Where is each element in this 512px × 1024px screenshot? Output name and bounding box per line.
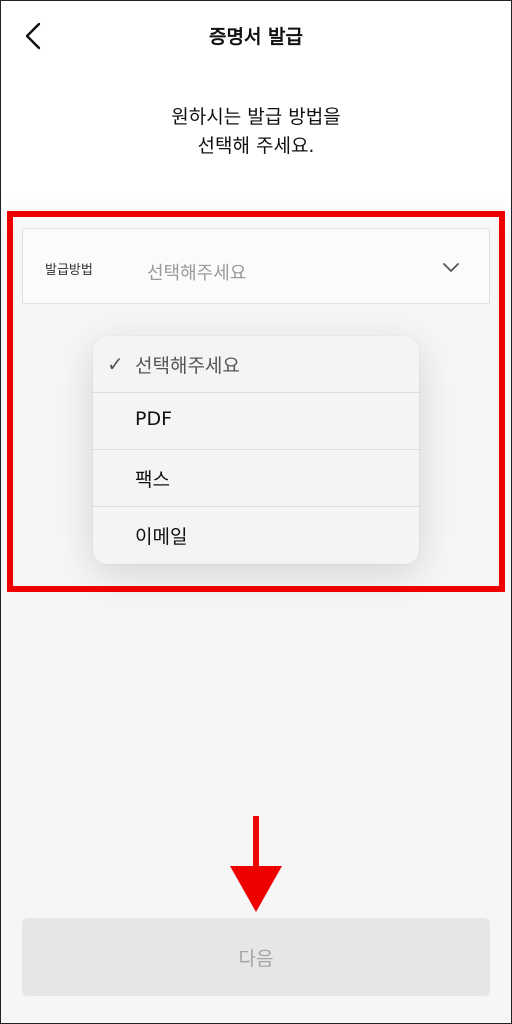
dropdown-option-label: 선택해주세요 — [135, 355, 240, 377]
next-button[interactable]: 다음 — [22, 918, 490, 996]
dropdown-option-select[interactable]: ✓ 선택해주세요 — [93, 336, 419, 393]
header: 증명서 발급 — [0, 0, 512, 72]
instruction-line-1: 원하시는 발급 방법을 — [171, 106, 341, 128]
issue-method-label: 발급방법 — [45, 263, 93, 278]
instruction-line-2: 선택해 주세요. — [197, 135, 315, 157]
issue-method-value: 선택해주세요 — [147, 263, 247, 284]
issue-method-dropdown: ✓ 선택해주세요 PDF 팩스 이메일 — [93, 336, 419, 564]
dropdown-option-fax[interactable]: 팩스 — [93, 450, 419, 507]
issue-method-select[interactable]: 발급방법 선택해주세요 — [22, 228, 490, 304]
dropdown-option-pdf[interactable]: PDF — [93, 393, 419, 450]
chevron-down-icon — [443, 263, 459, 272]
checkmark-icon: ✓ — [107, 352, 124, 376]
page-title: 증명서 발급 — [208, 26, 303, 48]
dropdown-option-label: 팩스 — [135, 469, 170, 491]
instruction-text: 원하시는 발급 방법을 선택해 주세요. — [0, 103, 512, 161]
dropdown-option-label: PDF — [135, 408, 173, 430]
dropdown-option-label: 이메일 — [135, 526, 188, 548]
dropdown-option-email[interactable]: 이메일 — [93, 507, 419, 564]
